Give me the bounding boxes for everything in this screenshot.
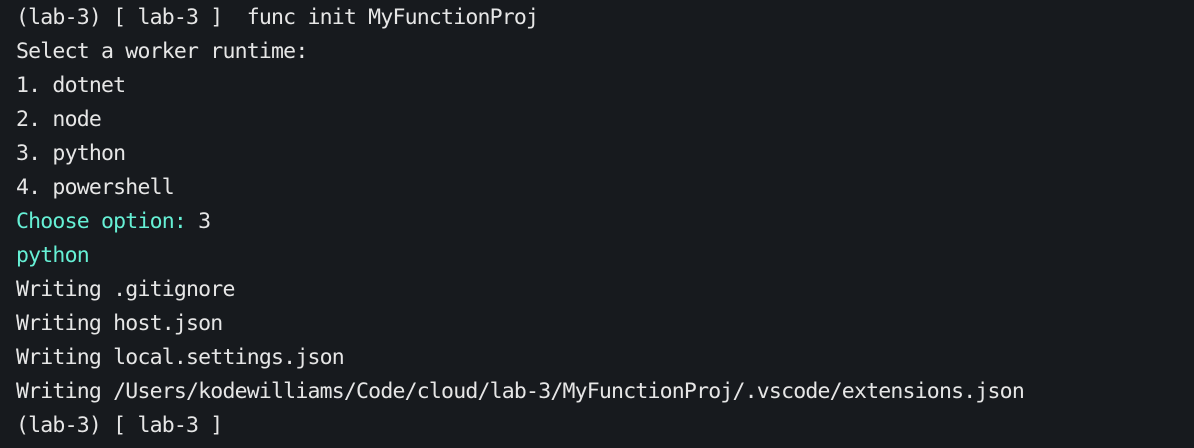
choose-option-value: 3 <box>198 209 211 234</box>
selected-runtime: python <box>16 243 90 268</box>
writing-local-settings: Writing local.settings.json <box>16 345 345 370</box>
writing-host-json: Writing host.json <box>16 311 223 336</box>
choose-option-prompt: Choose option: <box>16 209 199 234</box>
terminal-window[interactable]: (lab-3) [ lab-3 ] func init MyFunctionPr… <box>0 0 1194 448</box>
runtime-option-powershell: 4. powershell <box>16 175 175 200</box>
writing-gitignore: Writing .gitignore <box>16 277 235 302</box>
writing-extensions-json: Writing /Users/kodewilliams/Code/cloud/l… <box>16 379 1025 404</box>
runtime-option-python: 3. python <box>16 141 126 166</box>
terminal-prompt[interactable]: (lab-3) [ lab-3 ] <box>16 409 1194 443</box>
terminal-command-line: (lab-3) [ lab-3 ] func init MyFunctionPr… <box>16 5 539 30</box>
worker-runtime-prompt: Select a worker runtime: <box>16 39 308 64</box>
runtime-option-dotnet: 1. dotnet <box>16 73 126 98</box>
choose-option-line: Choose option: 3 <box>16 205 1194 239</box>
runtime-option-node: 2. node <box>16 107 102 132</box>
